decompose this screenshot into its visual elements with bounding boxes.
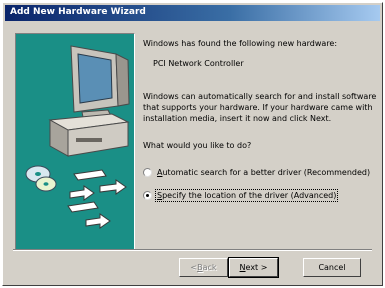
cancel-button[interactable]: Cancel bbox=[303, 258, 361, 277]
option-specify-text: pecify the location of the driver (Advan… bbox=[162, 190, 337, 200]
option-automatic-search[interactable]: Automatic search for a better driver (Re… bbox=[143, 165, 383, 179]
arrow-icon bbox=[69, 185, 95, 201]
arrow-icon bbox=[85, 213, 111, 229]
device-name: PCI Network Controller bbox=[153, 59, 244, 68]
option-specify-location[interactable]: Specify the location of the driver (Adva… bbox=[143, 188, 383, 202]
back-prefix: < bbox=[190, 263, 198, 272]
cd-icon bbox=[25, 165, 57, 192]
next-text: ext > bbox=[245, 263, 268, 272]
install-message: Windows can automatically search for and… bbox=[143, 92, 377, 123]
next-button[interactable]: Next > bbox=[228, 257, 279, 278]
wizard-illustration bbox=[15, 33, 135, 251]
back-button[interactable]: < Back bbox=[179, 258, 228, 277]
option-automatic-text: utomatic search for a better driver (Rec… bbox=[162, 167, 371, 177]
option-automatic-label[interactable]: Automatic search for a better driver (Re… bbox=[157, 168, 370, 177]
button-separator bbox=[13, 249, 372, 251]
computer-icon bbox=[48, 45, 130, 157]
arrow-icon bbox=[99, 179, 127, 195]
wizard-window: Add New Hardware Wizard Windows has foun… bbox=[2, 2, 383, 286]
title-bar[interactable]: Add New Hardware Wizard bbox=[5, 5, 380, 21]
radio-specify-location[interactable] bbox=[143, 190, 152, 200]
back-text: ack bbox=[202, 263, 217, 272]
option-specify-label[interactable]: Specify the location of the driver (Adva… bbox=[154, 188, 339, 202]
window-title: Add New Hardware Wizard bbox=[10, 7, 146, 17]
found-message: Windows has found the following new hard… bbox=[143, 39, 338, 48]
radio-automatic-search[interactable] bbox=[143, 167, 152, 177]
question-text: What would you like to do? bbox=[143, 141, 252, 150]
